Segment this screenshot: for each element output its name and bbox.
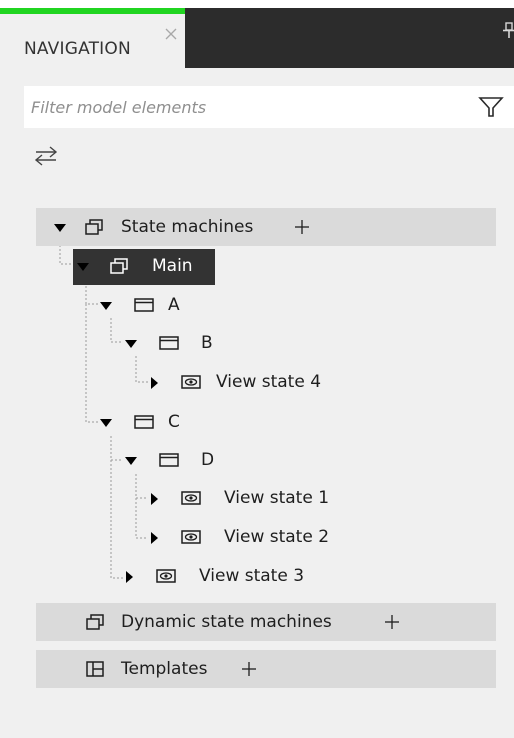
state-machine-icon	[85, 219, 103, 235]
tree-item-b[interactable]: B	[123, 329, 243, 359]
tree-item-label: C	[168, 412, 180, 432]
plus-icon[interactable]	[293, 218, 311, 236]
tab-navigation-label: NAVIGATION	[24, 39, 131, 59]
state-icon	[134, 298, 154, 312]
state-icon	[134, 415, 154, 429]
close-icon[interactable]	[163, 26, 179, 42]
tree-item-label: B	[201, 333, 213, 353]
filter-box	[24, 86, 514, 128]
triangle-right-icon[interactable]	[151, 377, 158, 389]
tree-item-label: View state 1	[224, 488, 330, 508]
eye-icon	[181, 491, 201, 505]
triangle-down-icon[interactable]	[54, 224, 66, 232]
tree-item-state-machines[interactable]: State machines	[52, 213, 322, 243]
tree-item-templates[interactable]: Templates	[86, 655, 286, 685]
eye-icon	[181, 530, 201, 544]
tab-active-indicator	[0, 8, 185, 14]
tree-item-view-state-2[interactable]: View state 2	[148, 523, 378, 553]
tree-item-a[interactable]: A	[98, 291, 218, 321]
filter-input[interactable]	[24, 86, 464, 128]
state-icon	[159, 336, 179, 350]
pin-icon[interactable]	[503, 22, 514, 38]
tree-item-label: View state 3	[199, 566, 305, 586]
tree-item-view-state-3[interactable]: View state 3	[123, 562, 353, 592]
tree-item-label: State machines	[121, 217, 254, 237]
tree-item-d[interactable]: D	[123, 446, 243, 476]
triangle-down-icon[interactable]	[77, 263, 89, 271]
tree-item-view-state-1[interactable]: View state 1	[148, 484, 378, 514]
triangle-right-icon[interactable]	[126, 571, 133, 583]
tab-bar: NAVIGATION	[0, 0, 514, 68]
tab-bar-empty-area	[185, 8, 514, 68]
triangle-right-icon[interactable]	[151, 493, 158, 505]
triangle-down-icon[interactable]	[100, 302, 112, 310]
state-icon	[159, 453, 179, 467]
eye-icon	[156, 569, 176, 583]
swap-arrows-icon[interactable]	[32, 144, 60, 168]
tree-item-main[interactable]: Main	[74, 252, 214, 282]
eye-icon	[181, 375, 201, 389]
tree-item-label: A	[168, 295, 180, 315]
triangle-right-icon[interactable]	[151, 532, 158, 544]
tree-item-label: View state 4	[216, 372, 322, 392]
state-machine-icon	[86, 614, 104, 630]
template-icon	[86, 661, 104, 677]
tab-navigation[interactable]: NAVIGATION	[0, 8, 185, 68]
tree-item-label: Dynamic state machines	[121, 612, 332, 632]
tree-item-label: View state 2	[224, 527, 330, 547]
triangle-down-icon[interactable]	[125, 340, 137, 348]
plus-icon[interactable]	[240, 660, 258, 678]
funnel-icon[interactable]	[478, 95, 504, 119]
state-machine-icon	[110, 258, 128, 274]
tree-item-label: Main	[152, 256, 193, 276]
triangle-down-icon[interactable]	[125, 457, 137, 465]
navigation-panel: NAVIGATION Filter model elements State m…	[0, 0, 514, 738]
tree-item-dynamic-state-machines[interactable]: Dynamic state machines	[86, 608, 416, 638]
tree-item-view-state-4[interactable]: View state 4	[148, 368, 378, 398]
tree-item-label: D	[201, 450, 215, 470]
plus-icon[interactable]	[383, 613, 401, 631]
triangle-down-icon[interactable]	[100, 419, 112, 427]
tree-item-c[interactable]: C	[98, 408, 218, 438]
tree-item-label: Templates	[121, 659, 208, 679]
